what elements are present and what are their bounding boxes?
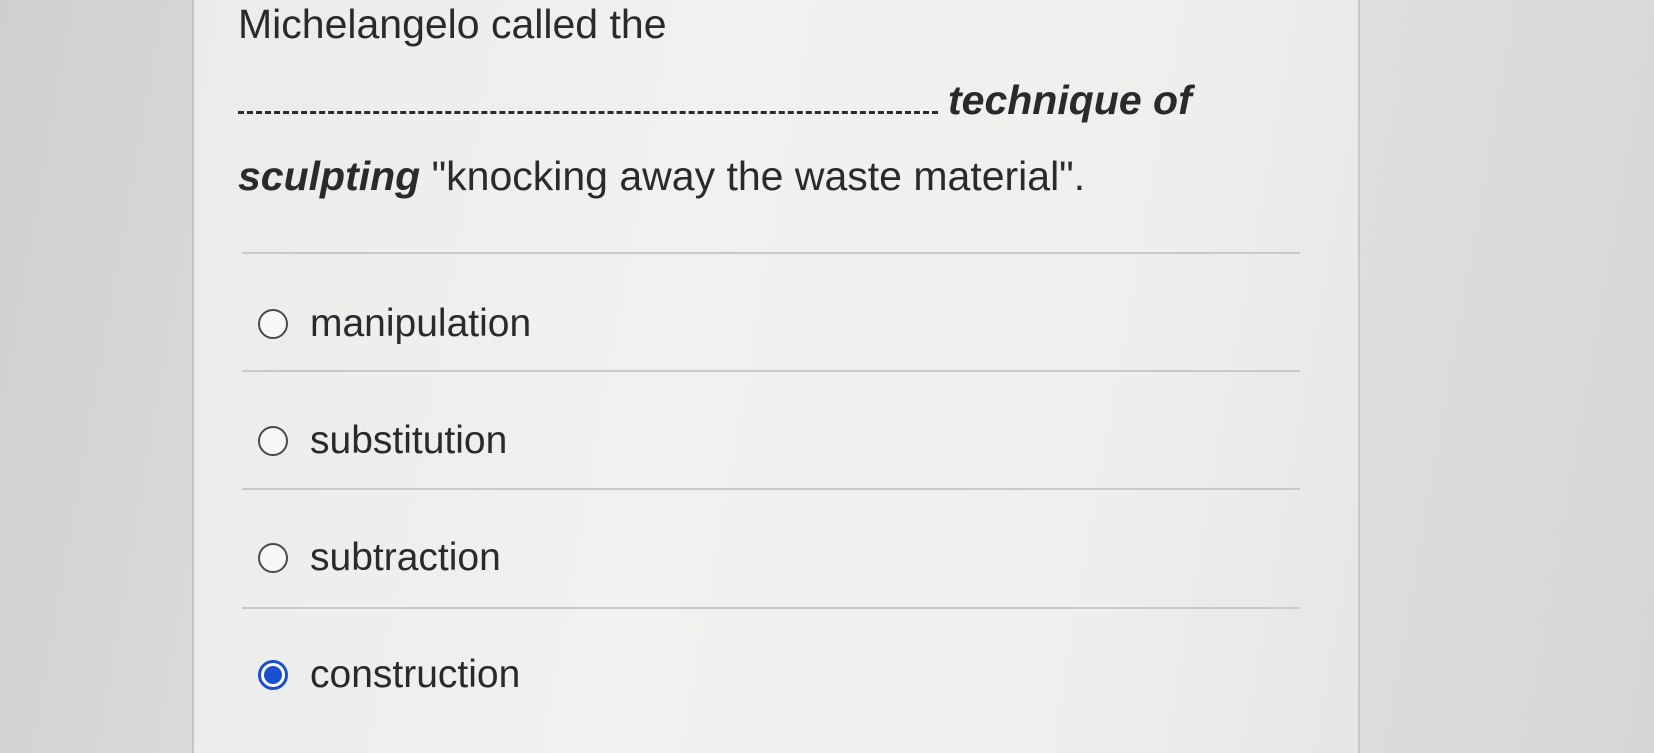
option-label: substitution bbox=[310, 419, 508, 462]
divider bbox=[242, 252, 1300, 254]
question-line-3: sculpting "knocking away the waste mater… bbox=[238, 138, 1238, 214]
option-substitution[interactable]: substitution bbox=[258, 413, 507, 469]
question-line-2-text: technique of bbox=[948, 77, 1192, 123]
question-line-2: technique of bbox=[238, 62, 1238, 138]
divider bbox=[242, 488, 1300, 490]
question-text: Michelangelo called the technique of scu… bbox=[238, 0, 1238, 214]
option-manipulation[interactable]: manipulation bbox=[258, 296, 531, 352]
screen: Michelangelo called the technique of scu… bbox=[0, 0, 1654, 753]
radio-button[interactable] bbox=[258, 309, 288, 339]
question-line-1: Michelangelo called the bbox=[238, 1, 667, 47]
question-line-3-italic: sculpting bbox=[238, 153, 421, 199]
radio-button[interactable] bbox=[258, 543, 288, 573]
radio-button-selected[interactable] bbox=[258, 660, 288, 690]
divider bbox=[242, 370, 1300, 372]
option-label: subtraction bbox=[310, 536, 501, 579]
question-line-3-text: "knocking away the waste material". bbox=[420, 153, 1086, 199]
option-subtraction[interactable]: subtraction bbox=[258, 530, 501, 586]
radio-button[interactable] bbox=[258, 426, 288, 456]
option-label: construction bbox=[310, 653, 521, 696]
fill-in-blank bbox=[238, 79, 938, 114]
option-label: manipulation bbox=[310, 302, 532, 345]
option-construction[interactable]: construction bbox=[258, 647, 520, 703]
divider bbox=[242, 607, 1300, 609]
